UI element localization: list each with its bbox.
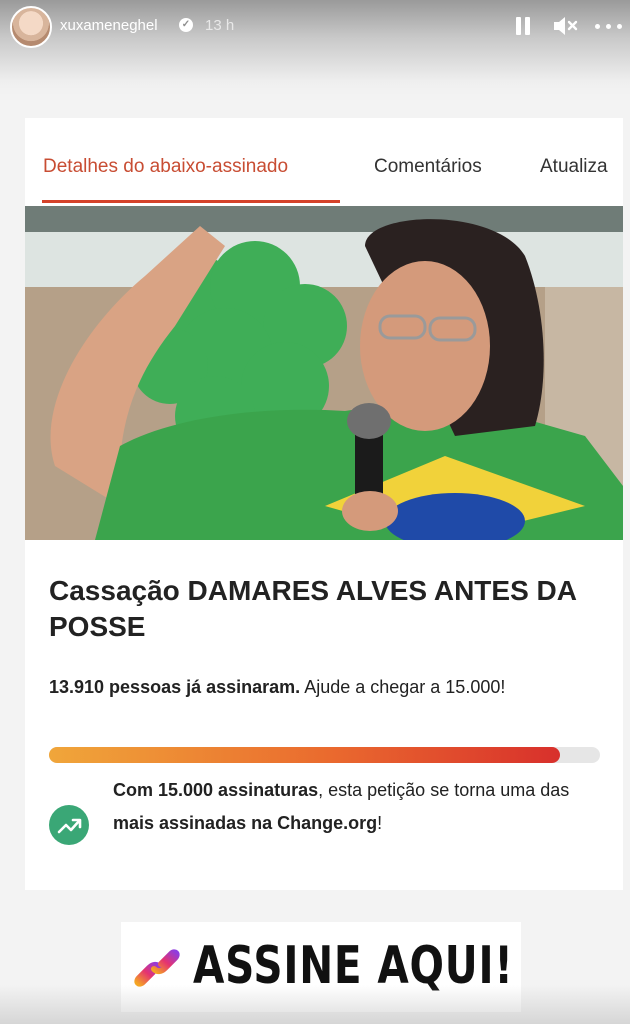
more-icon[interactable]: [595, 24, 623, 30]
signature-progress-fill: [49, 747, 560, 763]
mute-icon[interactable]: [552, 15, 578, 37]
story-header: xuxameneghel ✓ 13 h: [0, 0, 630, 95]
goal-message-part-3: mais assinadas na Change.org: [113, 813, 378, 833]
verified-icon: ✓: [179, 18, 193, 32]
story-username[interactable]: xuxameneghel: [60, 17, 158, 34]
petition-card: Detalhes do abaixo-assinado Comentários …: [25, 118, 623, 890]
trending-up-icon: [49, 805, 89, 845]
petition-photo: [25, 206, 623, 540]
signature-count: 13.910 pessoas já assinaram. Ajude a che…: [49, 671, 609, 704]
signature-count-bold: 13.910 pessoas já assinaram.: [49, 677, 301, 697]
petition-tabs: Detalhes do abaixo-assinado Comentários …: [25, 118, 623, 206]
tab-updates[interactable]: Atualiza: [540, 156, 608, 178]
active-tab-underline: [42, 200, 340, 203]
goal-message-part-2: , esta petição se torna uma das: [318, 780, 570, 800]
goal-message: Com 15.000 assinaturas, esta petição se …: [113, 774, 593, 840]
signature-progress-bar: [49, 747, 600, 763]
signature-count-rest: Ajude a chegar a 15.000!: [300, 677, 506, 697]
petition-title: Cassação DAMARES ALVES ANTES DA POSSE: [49, 575, 576, 642]
tab-details[interactable]: Detalhes do abaixo-assinado: [43, 156, 288, 178]
bottom-fade: [0, 985, 630, 1024]
pause-icon[interactable]: [515, 17, 531, 35]
goal-message-part-1: Com 15.000 assinaturas: [113, 780, 319, 800]
goal-message-part-4: !: [377, 813, 383, 833]
story-time: 13 h: [205, 17, 235, 34]
avatar[interactable]: [10, 6, 52, 48]
tab-comments[interactable]: Comentários: [374, 156, 482, 178]
